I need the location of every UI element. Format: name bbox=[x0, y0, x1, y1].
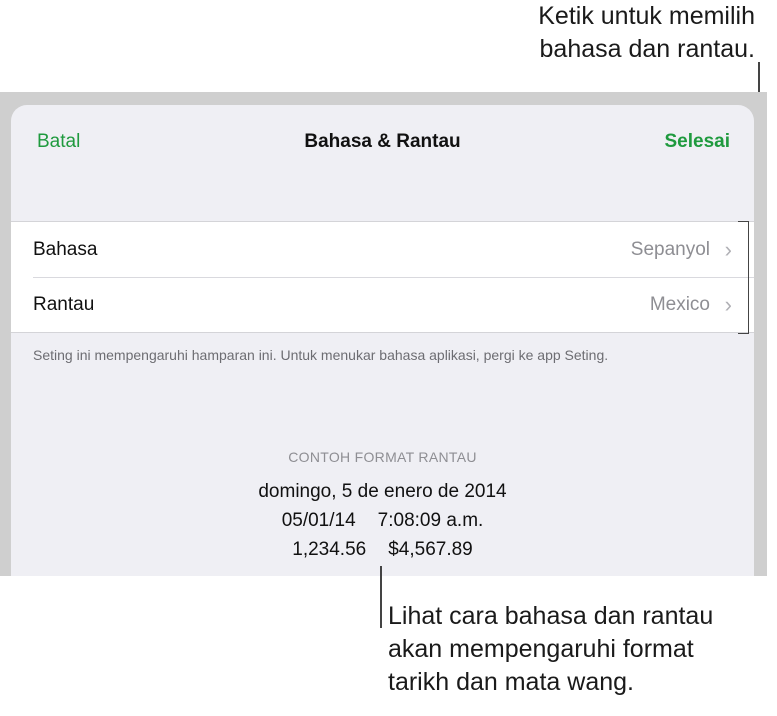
sample-number-currency: 1,234.56 $4,567.89 bbox=[11, 539, 754, 561]
settings-group: Bahasa Sepanyol › Rantau Mexico › bbox=[11, 221, 754, 333]
sample-date-short: 05/01/14 bbox=[281, 510, 356, 531]
region-value: Mexico bbox=[649, 293, 710, 315]
sample-currency: $4,567.89 bbox=[388, 539, 473, 560]
callout-bottom-line3: tarikh dan mata wang. bbox=[388, 668, 634, 696]
sample-date-time: 05/01/14 7:08:09 a.m. bbox=[11, 510, 754, 532]
region-row[interactable]: Rantau Mexico › bbox=[11, 277, 754, 332]
callout-bottom: Lihat cara bahasa dan rantau akan mempen… bbox=[388, 600, 713, 699]
callout-bottom-line2: akan mempengaruhi format bbox=[388, 635, 694, 663]
language-label: Bahasa bbox=[33, 238, 98, 260]
chevron-right-icon: › bbox=[724, 291, 732, 317]
region-label: Rantau bbox=[33, 293, 95, 315]
page-title: Bahasa & Rantau bbox=[304, 131, 461, 152]
callout-top: Ketik untuk memilih bahasa dan rantau. bbox=[538, 0, 755, 66]
sample-time: 7:08:09 a.m. bbox=[377, 510, 484, 531]
language-value: Sepanyol bbox=[630, 238, 710, 260]
sample-number: 1,234.56 bbox=[292, 539, 367, 560]
sample-date-long-text: domingo, 5 de enero de 2014 bbox=[258, 481, 507, 502]
sample-heading: CONTOH FORMAT RANTAU bbox=[288, 449, 477, 465]
sample-date-long: domingo, 5 de enero de 2014 bbox=[11, 481, 754, 503]
rows-bracket bbox=[738, 221, 749, 334]
chevron-right-icon: › bbox=[724, 236, 732, 262]
callout-top-line1: Ketik untuk memilih bbox=[538, 2, 755, 30]
done-button[interactable]: Selesai bbox=[665, 131, 731, 153]
language-row[interactable]: Bahasa Sepanyol › bbox=[11, 222, 754, 277]
callout-top-line2: bahasa dan rantau. bbox=[539, 35, 755, 63]
callout-bottom-leader bbox=[380, 566, 382, 628]
nav-bar: Batal Bahasa & Rantau Selesai bbox=[11, 105, 754, 180]
language-region-sheet: Batal Bahasa & Rantau Selesai Bahasa Sep… bbox=[11, 105, 754, 576]
settings-footnote: Seting ini mempengaruhi hamparan ini. Un… bbox=[33, 347, 609, 363]
callout-bottom-line1: Lihat cara bahasa dan rantau bbox=[388, 602, 714, 630]
